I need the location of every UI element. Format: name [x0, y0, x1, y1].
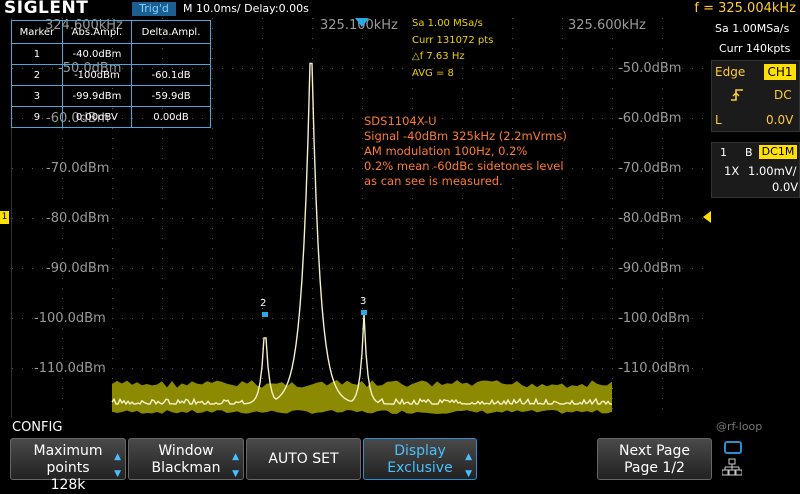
toggle-icon[interactable]: [724, 441, 742, 454]
acq-mem-depth: Curr 140kpts: [719, 42, 791, 55]
auto-set-label: AUTO SET: [268, 451, 339, 467]
marker-number: 2: [11, 64, 63, 86]
display-label: Display: [394, 443, 446, 459]
trigger-source-badge: CH1: [764, 64, 796, 80]
cycle-arrow-icon: ▲ ▼: [465, 452, 472, 479]
channel-number: 1: [720, 146, 727, 159]
trigger-info-box[interactable]: Edge CH1 DC L 0.0V: [711, 60, 800, 132]
fft-average: AVG = 8: [412, 68, 454, 79]
next-page-value: Page 1/2: [624, 460, 685, 476]
trigger-level-icon[interactable]: [703, 211, 711, 223]
delta-ampl-cell: -60.1dB: [131, 64, 211, 86]
y-tick-label: -110.0dBm: [618, 361, 690, 376]
y-tick-label: -90.0dBm: [618, 261, 682, 276]
y-tick-label: -80.0dBm: [618, 211, 682, 226]
column-header: Delta.Ampl.: [131, 20, 211, 44]
table-row: 2 -100dBm -60.1dB: [11, 64, 211, 86]
brand-logo: SIGLENT: [4, 0, 89, 18]
trigger-type: Edge: [715, 65, 746, 79]
y-tick-label: -80.0dBm: [46, 211, 110, 226]
abs-ampl-cell: -40.0dBm: [61, 43, 133, 65]
timebase-readout: M 10.0ms/ Delay:0.00s: [183, 2, 309, 15]
display-mode-button[interactable]: Display Exclusive ▲ ▼: [363, 438, 477, 480]
fft-resolution: △f 7.63 Hz: [412, 51, 465, 62]
network-icon: [721, 458, 743, 476]
table-row: 1 -40.0dBm: [11, 43, 211, 65]
marker-number: 9: [11, 106, 63, 128]
y-tick-label: -110.0dBm: [34, 361, 106, 376]
max-points-button[interactable]: Maximum points 128k ▲ ▼: [10, 438, 126, 493]
y-tick-label: -100.0dBm: [618, 311, 690, 326]
fft-points: Curr 131072 pts: [412, 35, 494, 46]
probe-factor: 1X: [724, 164, 740, 178]
marker-3-icon[interactable]: [361, 310, 367, 315]
channel-coupling-badge: DC1M: [759, 145, 797, 159]
marker-3-label: 3: [360, 296, 367, 307]
column-header: Abs.Ampl.: [61, 20, 133, 44]
fft-sample-rate: Sa 1.00 MSa/s: [412, 18, 483, 29]
marker-number: 1: [11, 43, 63, 65]
top-status-bar: SIGLENT Trig'd M 10.0ms/ Delay:0.00s f =…: [0, 0, 800, 18]
acq-sample-rate: Sa 1.00MSa/s: [715, 22, 790, 35]
y-tick-label: -70.0dBm: [46, 161, 110, 176]
y-tick-label: -70.0dBm: [618, 161, 682, 176]
menu-title: CONFIG: [12, 420, 63, 435]
max-points-label: Maximum points: [33, 443, 103, 476]
y-tick-label: -100.0dBm: [34, 311, 106, 326]
display-value: Exclusive: [387, 460, 453, 476]
marker-2-label: 2: [260, 298, 267, 309]
rising-edge-icon: [730, 87, 744, 101]
y-tick-label: -60.0dBm: [618, 111, 682, 126]
y-tick-label: -50.0dBm: [618, 61, 682, 76]
trigger-position-icon[interactable]: [355, 18, 369, 27]
delta-ampl-cell: -59.9dB: [131, 85, 211, 107]
next-page-label: Next Page: [619, 443, 690, 459]
note-line: as can see is measured.: [364, 174, 503, 188]
column-header: Marker: [11, 20, 63, 44]
y-tick-label: -90.0dBm: [46, 261, 110, 276]
note-line: 0.2% mean -60dBc sidetones level: [364, 159, 564, 173]
right-info-panel: Sa 1.00MSa/s Curr 140kpts Edge CH1 DC L …: [711, 18, 800, 418]
window-value: Blackman: [151, 460, 221, 476]
trigger-coupling: DC: [774, 88, 792, 102]
marker-number: 3: [11, 85, 63, 107]
annotation-note: SDS1104X-U Signal -40dBm 325kHz (2.2mVrm…: [364, 114, 567, 189]
next-page-button[interactable]: Next Page Page 1/2: [597, 438, 712, 480]
table-header-row: Marker Abs.Ampl. Delta.Ampl.: [11, 20, 211, 44]
channel-offset-icon[interactable]: 1: [0, 211, 9, 224]
trigger-level-value: 0.0V: [766, 113, 794, 127]
trigger-status-badge: Trig'd: [132, 2, 176, 16]
cycle-arrow-icon: ▲ ▼: [232, 452, 239, 479]
note-line: AM modulation 100Hz, 0.2%: [364, 144, 528, 158]
channel-1-info-box[interactable]: 1 B DC1M 1X 1.00mV/ 0.0V: [711, 142, 800, 198]
trigger-level-label: L: [715, 113, 722, 127]
bandwidth-limit-flag: B: [745, 146, 753, 159]
noise-floor-band: [112, 380, 612, 414]
window-button[interactable]: Window Blackman ▲ ▼: [128, 438, 244, 480]
delta-ampl-cell: [131, 43, 211, 65]
x-tick-label: 325.600kHz: [568, 18, 646, 33]
auto-set-button[interactable]: AUTO SET: [246, 438, 361, 480]
window-label: Window: [158, 443, 214, 459]
frequency-readout: f = 325.004kHz: [694, 1, 796, 16]
channel-offset: 0.0V: [772, 180, 799, 194]
marker-table: Marker Abs.Ampl. Delta.Ampl. 1 -40.0dBm …: [11, 20, 211, 128]
abs-ampl-cell: -100dBm: [61, 64, 133, 86]
table-row: 9 0.00dBV 0.00dB: [11, 106, 211, 128]
marker-2-icon[interactable]: [262, 312, 268, 317]
table-row: 3 -99.9dBm -59.9dB: [11, 85, 211, 107]
abs-ampl-cell: -99.9dBm: [61, 85, 133, 107]
watermark: @rf-loop: [716, 420, 763, 433]
note-line: Signal -40dBm 325kHz (2.2mVrms): [364, 129, 567, 143]
abs-ampl-cell: 0.00dBV: [61, 106, 133, 128]
cycle-arrow-icon: ▲ ▼: [114, 452, 121, 479]
delta-ampl-cell: 0.00dB: [131, 106, 211, 128]
volts-per-div: 1.00mV/: [748, 164, 797, 178]
note-line: SDS1104X-U: [364, 114, 437, 128]
